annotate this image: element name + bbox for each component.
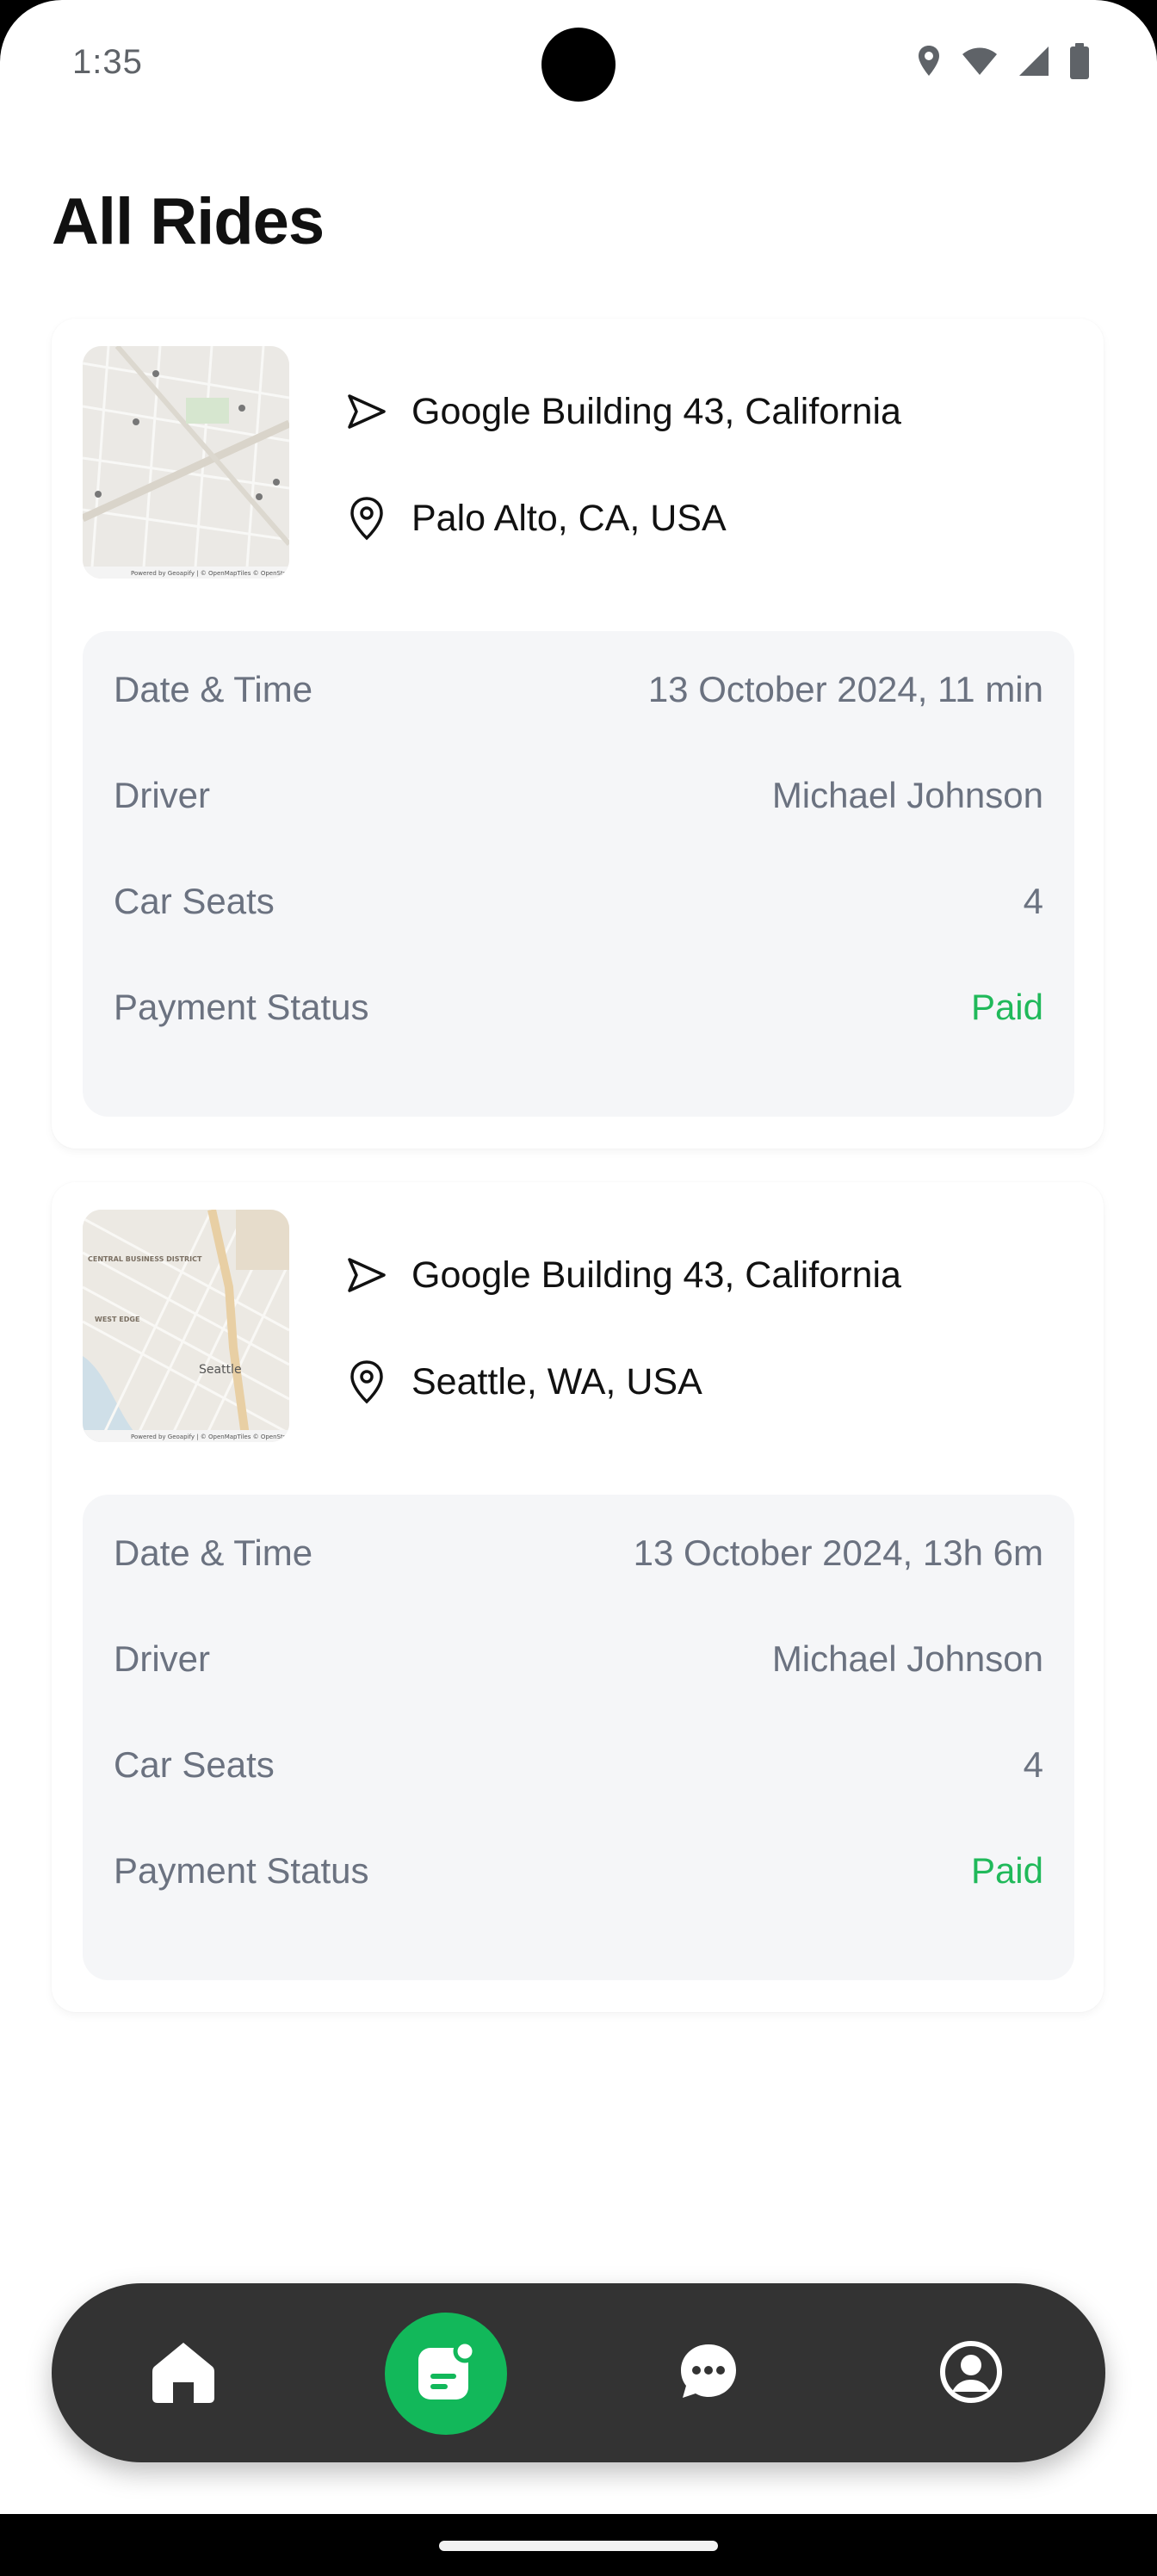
nav-home-button[interactable]	[122, 2313, 244, 2435]
payment-status-badge: Paid	[970, 1850, 1043, 1891]
page-title: All Rides	[52, 185, 325, 258]
ride-card[interactable]: Powered by Geoapify | © OpenMapTiles © O…	[52, 319, 1104, 1149]
ride-details-panel: Date & Time 13 October 2024, 13h 6m Driv…	[83, 1495, 1074, 1980]
detail-row-date-time: Date & Time 13 October 2024, 11 min	[114, 664, 1043, 715]
detail-label: Payment Status	[114, 987, 369, 1027]
detail-row-payment-status: Payment Status Paid	[114, 981, 1043, 1033]
navigation-arrow-icon	[343, 387, 391, 436]
detail-row-payment-status: Payment Status Paid	[114, 1845, 1043, 1897]
status-bar: 1:35	[0, 0, 1157, 129]
home-icon	[149, 2338, 218, 2411]
detail-row-car-seats: Car Seats 4	[114, 876, 1043, 927]
map-label: CENTRAL BUSINESS DISTRICT	[88, 1255, 202, 1263]
gesture-handle[interactable]	[439, 2541, 718, 2551]
dropoff-location: Seattle, WA, USA	[343, 1358, 702, 1406]
detail-label: Date & Time	[114, 669, 313, 709]
navigation-arrow-icon	[343, 1251, 391, 1299]
detail-row-driver: Driver Michael Johnson	[114, 770, 1043, 821]
bottom-navigation	[52, 2283, 1105, 2462]
detail-label: Driver	[114, 775, 210, 815]
pickup-location-text: Google Building 43, California	[411, 1254, 901, 1296]
rides-list-icon	[413, 2339, 479, 2409]
dropoff-location-text: Seattle, WA, USA	[411, 1360, 702, 1403]
detail-label: Date & Time	[114, 1533, 313, 1573]
payment-status-badge: Paid	[970, 987, 1043, 1027]
detail-label: Payment Status	[114, 1850, 369, 1891]
location-pin-icon	[343, 494, 391, 542]
location-icon	[916, 44, 942, 83]
signal-icon	[1018, 45, 1050, 82]
map-label: Seattle	[199, 1363, 242, 1377]
nav-profile-button[interactable]	[910, 2313, 1032, 2435]
nav-rides-button[interactable]	[385, 2313, 507, 2435]
detail-value: Michael Johnson	[771, 1638, 1043, 1679]
camera-cutout	[541, 28, 616, 102]
battery-icon	[1069, 43, 1090, 84]
dropoff-location: Palo Alto, CA, USA	[343, 494, 727, 542]
detail-row-driver: Driver Michael Johnson	[114, 1633, 1043, 1685]
location-pin-icon	[343, 1358, 391, 1406]
ride-card[interactable]: CENTRAL BUSINESS DISTRICT WEST EDGE Seat…	[52, 1182, 1104, 2012]
ride-details-panel: Date & Time 13 October 2024, 11 min Driv…	[83, 631, 1074, 1117]
map-attribution: Powered by Geoapify | © OpenMapTiles © O…	[131, 1434, 289, 1440]
detail-value: 13 October 2024, 13h 6m	[633, 1533, 1043, 1573]
detail-row-date-time: Date & Time 13 October 2024, 13h 6m	[114, 1527, 1043, 1579]
nav-chat-button[interactable]	[647, 2313, 770, 2435]
detail-label: Driver	[114, 1638, 210, 1679]
detail-label: Car Seats	[114, 1744, 275, 1785]
status-time: 1:35	[72, 43, 143, 81]
detail-value: 4	[1023, 881, 1043, 921]
profile-icon	[937, 2338, 1005, 2410]
detail-value: 4	[1023, 1744, 1043, 1785]
route-map-thumbnail: Powered by Geoapify | © OpenMapTiles © O…	[83, 346, 289, 579]
app-screen: 1:35 All Rides Powered by Geoapify | © O…	[0, 0, 1157, 2514]
route-map-thumbnail: CENTRAL BUSINESS DISTRICT WEST EDGE Seat…	[83, 1210, 289, 1442]
detail-label: Car Seats	[114, 881, 275, 921]
detail-row-car-seats: Car Seats 4	[114, 1739, 1043, 1791]
chat-icon	[676, 2339, 741, 2409]
wifi-icon	[961, 46, 999, 81]
detail-value: Michael Johnson	[771, 775, 1043, 815]
pickup-location: Google Building 43, California	[343, 387, 901, 436]
status-icons	[916, 43, 1090, 84]
pickup-location-text: Google Building 43, California	[411, 390, 901, 432]
detail-value: 13 October 2024, 11 min	[647, 669, 1043, 709]
map-attribution: Powered by Geoapify | © OpenMapTiles © O…	[131, 570, 289, 577]
pickup-location: Google Building 43, California	[343, 1251, 901, 1299]
map-label: WEST EDGE	[95, 1316, 139, 1323]
dropoff-location-text: Palo Alto, CA, USA	[411, 497, 727, 539]
